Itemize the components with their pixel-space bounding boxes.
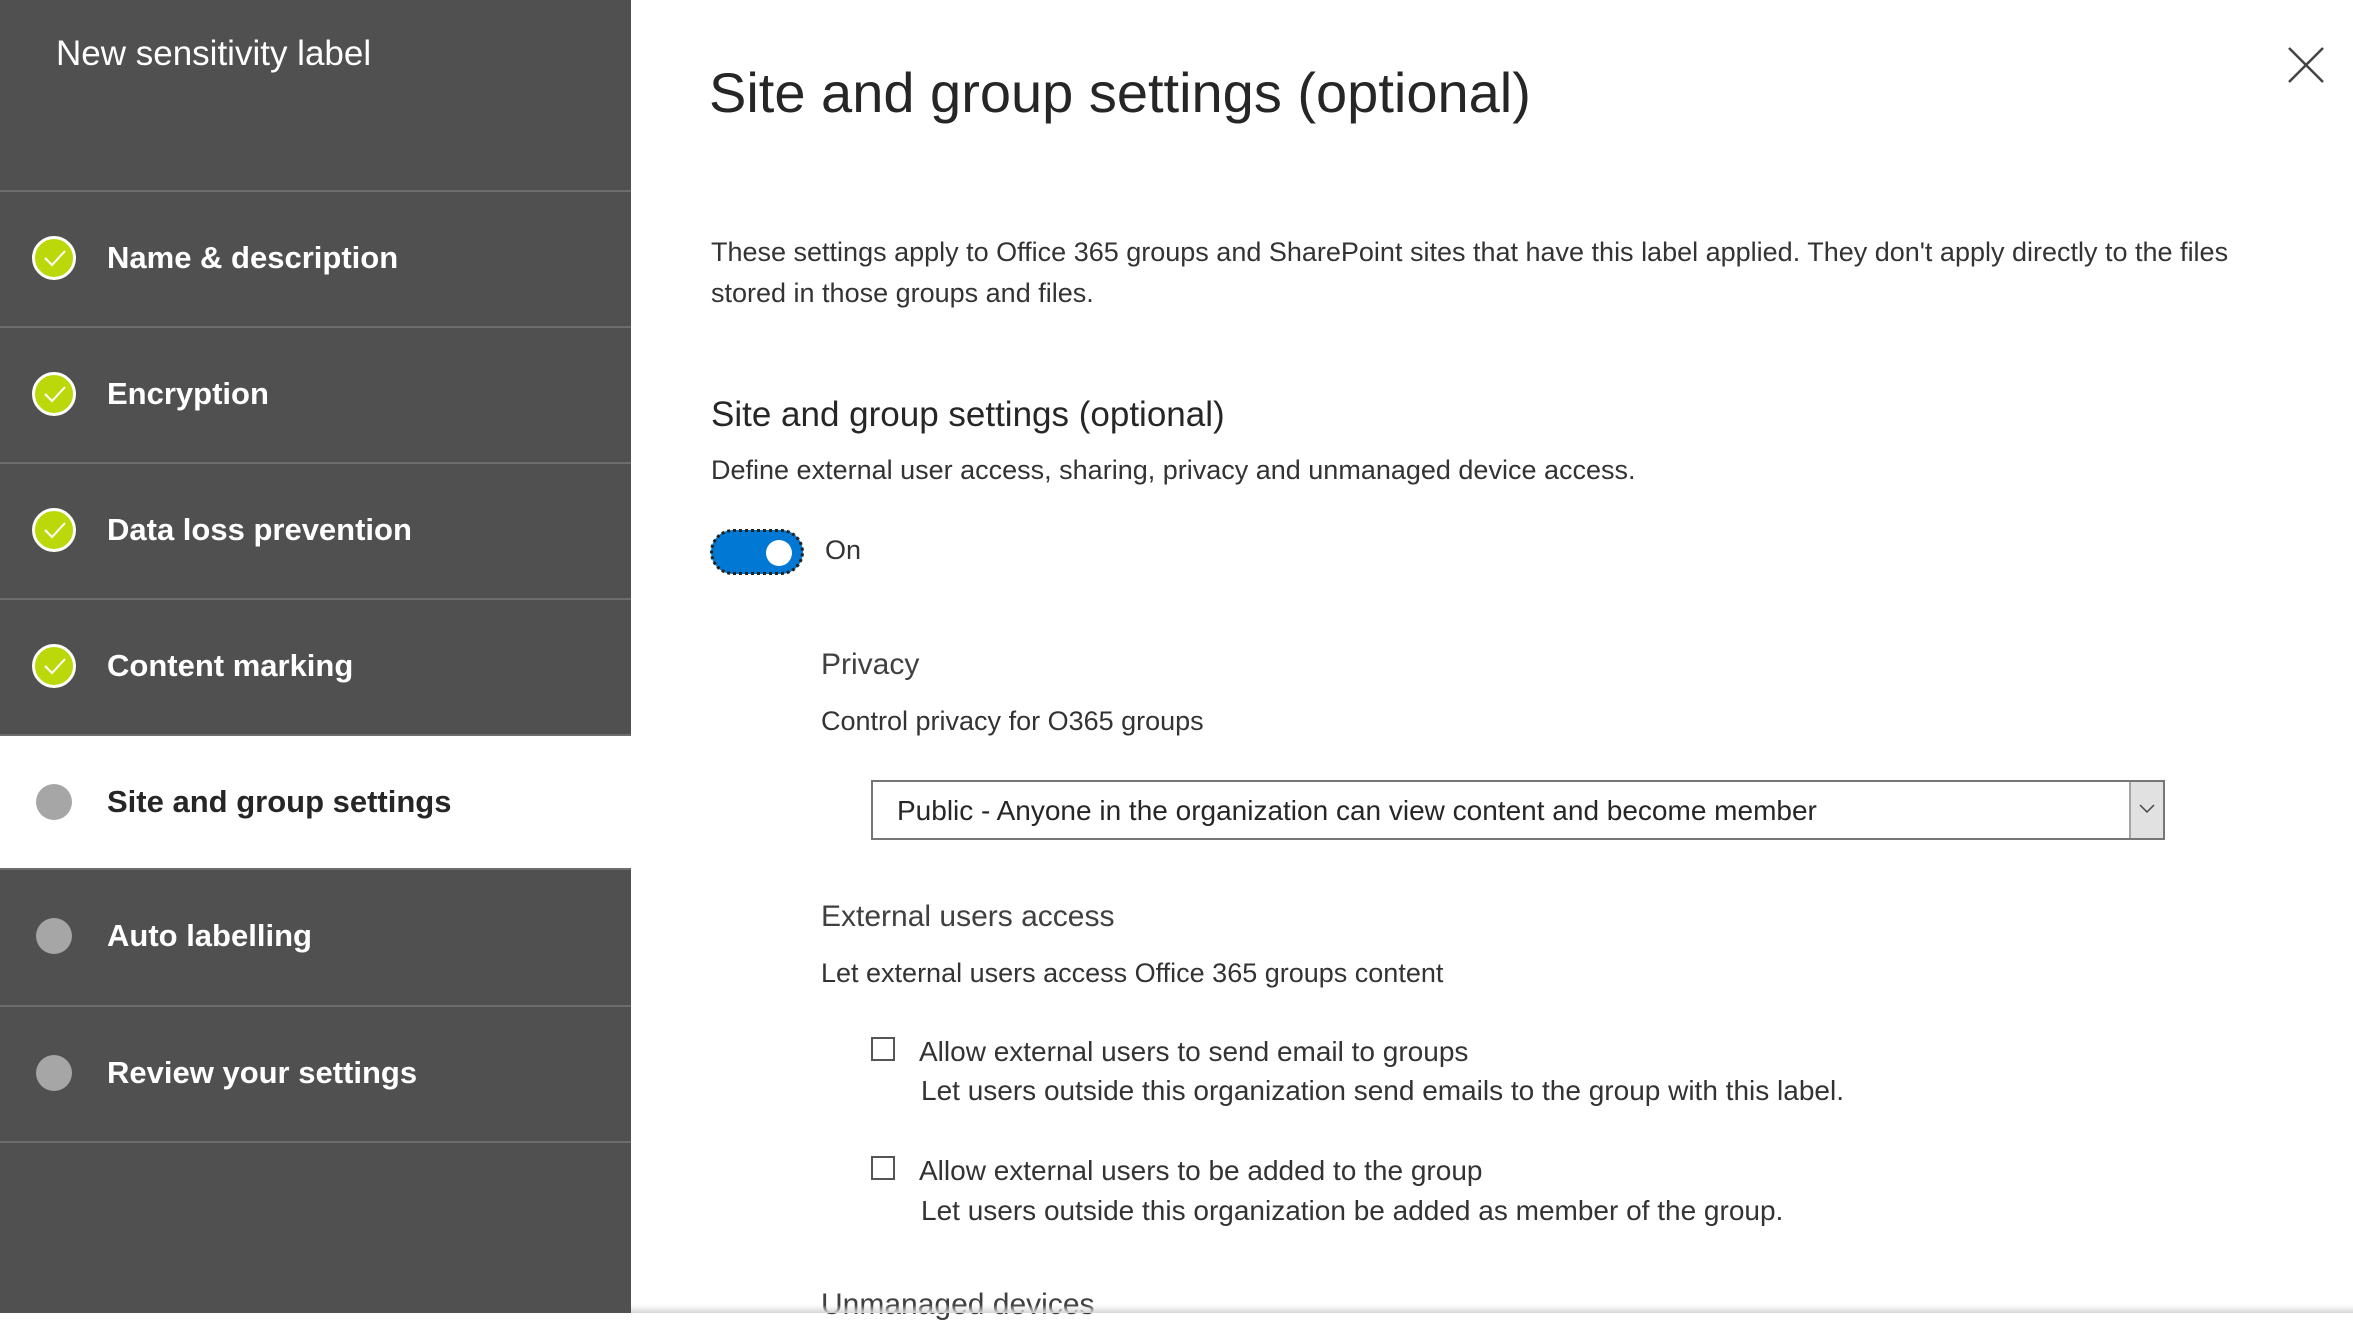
privacy-description: Control privacy for O365 groups <box>821 706 1204 736</box>
wizard-sidebar: New sensitivity label Name & description… <box>0 0 631 1313</box>
close-icon <box>2288 47 2324 83</box>
dropdown-button[interactable] <box>2129 782 2163 838</box>
step-label: Site and group settings <box>107 784 452 819</box>
toggle-state-label: On <box>825 535 862 565</box>
step-review-settings[interactable]: Review your settings <box>0 1005 631 1139</box>
pending-circle-icon <box>36 784 72 820</box>
pending-circle-icon <box>36 1055 72 1091</box>
check-circle-icon <box>32 372 76 416</box>
check-circle-icon <box>32 508 76 552</box>
section-title: Site and group settings (optional) <box>711 395 1225 434</box>
step-label: Data loss prevention <box>107 512 412 547</box>
divider <box>0 1141 631 1143</box>
external-users-description: Let external users access Office 365 gro… <box>821 958 1444 988</box>
wizard-title: New sensitivity label <box>56 34 372 73</box>
intro-text: These settings apply to Office 365 group… <box>711 237 2229 308</box>
allow-external-email-desc: Let users outside this organization send… <box>921 1075 1844 1106</box>
step-label: Encryption <box>107 376 269 411</box>
external-users-heading: External users access <box>821 900 1115 933</box>
step-label: Auto labelling <box>107 918 312 953</box>
privacy-selected-value: Public - Anyone in the organization can … <box>897 795 1817 826</box>
pending-circle-icon <box>36 918 72 954</box>
step-auto-labelling[interactable]: Auto labelling <box>0 868 631 1002</box>
close-button[interactable] <box>2285 44 2327 86</box>
check-circle-icon <box>32 644 76 688</box>
allow-external-members-desc: Let users outside this organization be a… <box>921 1195 1784 1226</box>
step-content-marking[interactable]: Content marking <box>0 598 631 732</box>
allow-external-members-label[interactable]: Allow external users to be added to the … <box>919 1155 1482 1187</box>
privacy-heading: Privacy <box>821 648 920 681</box>
step-name-description[interactable]: Name & description <box>0 190 631 324</box>
step-label: Content marking <box>107 648 354 683</box>
page-title: Site and group settings (optional) <box>709 61 1531 124</box>
step-label: Name & description <box>107 240 399 275</box>
check-circle-icon <box>32 236 76 280</box>
toggle-knob <box>766 540 792 566</box>
scroll-shadow <box>631 1305 2353 1313</box>
site-group-settings-toggle[interactable] <box>710 529 804 575</box>
allow-external-email-label[interactable]: Allow external users to send email to gr… <box>919 1036 1468 1068</box>
section-description: Define external user access, sharing, pr… <box>711 455 1636 485</box>
allow-external-members-checkbox[interactable] <box>871 1156 895 1180</box>
step-label: Review your settings <box>107 1055 418 1090</box>
step-data-loss-prevention[interactable]: Data loss prevention <box>0 462 631 596</box>
privacy-select[interactable]: Public - Anyone in the organization can … <box>871 780 2165 840</box>
allow-external-email-checkbox[interactable] <box>871 1037 895 1061</box>
step-encryption[interactable]: Encryption <box>0 326 631 460</box>
step-site-group-settings[interactable]: Site and group settings <box>0 734 631 868</box>
chevron-down-icon <box>2139 804 2155 814</box>
